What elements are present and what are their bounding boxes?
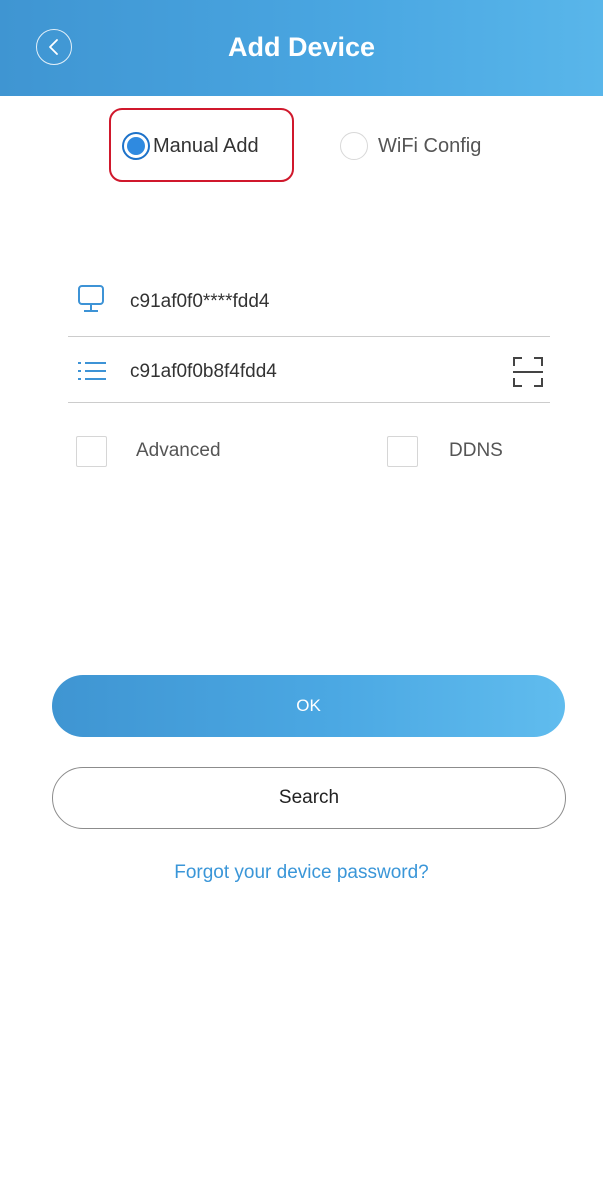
list-icon [78, 362, 106, 380]
radio-manual-add-label: Manual Add [153, 134, 259, 157]
radio-wifi-config[interactable]: WiFi Config [340, 130, 481, 162]
device-id-value: c91af0f0****fdd4 [130, 291, 270, 312]
serial-number-value: c91af0f0b8f4fdd4 [130, 361, 277, 382]
page-title: Add Device [227, 32, 376, 62]
ddns-label: DDNS [449, 440, 503, 461]
advanced-checkbox[interactable] [76, 435, 107, 467]
ddns-option[interactable]: DDNS [387, 434, 503, 468]
device-id-field[interactable]: c91af0f0****fdd4 [68, 271, 550, 337]
qr-scan-icon[interactable] [512, 355, 544, 389]
radio-manual-add[interactable]: Manual Add [122, 130, 259, 162]
advanced-label: Advanced [136, 440, 221, 461]
serial-number-field[interactable]: c91af0f0b8f4fdd4 [68, 337, 550, 403]
ok-button[interactable]: OK [52, 675, 565, 737]
radio-selected-icon [122, 132, 150, 160]
radio-wifi-config-label: WiFi Config [378, 134, 482, 157]
search-button[interactable]: Search [52, 767, 566, 829]
radio-unselected-icon [340, 132, 368, 160]
advanced-option[interactable]: Advanced [76, 434, 221, 468]
forgot-password-link[interactable]: Forgot your device password? [0, 862, 603, 884]
header-bar: Add Device [0, 0, 603, 96]
ddns-checkbox[interactable] [387, 435, 418, 467]
monitor-icon [78, 285, 104, 312]
